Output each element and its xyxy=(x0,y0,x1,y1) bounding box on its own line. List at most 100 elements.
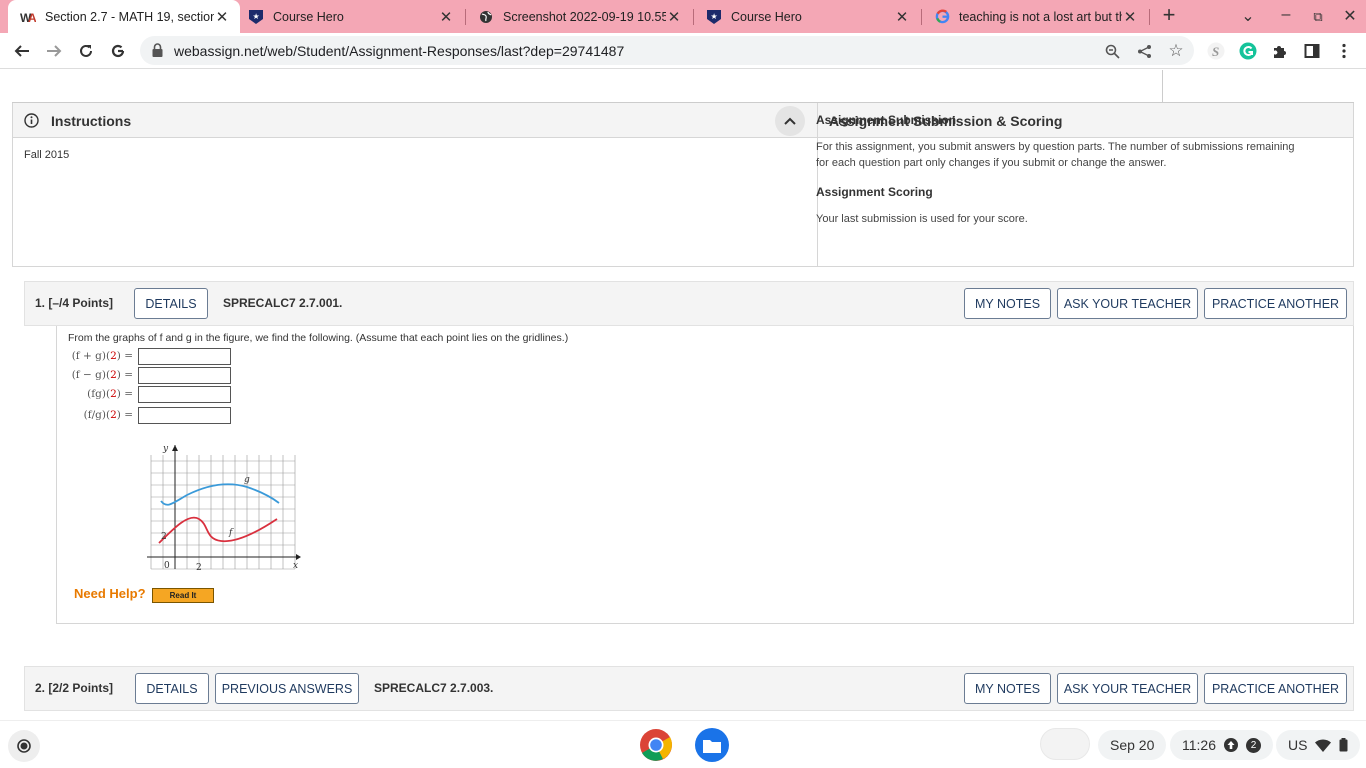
answer-input-fg[interactable] xyxy=(138,386,231,403)
url-text[interactable]: webassign.net/web/Student/Assignment-Res… xyxy=(174,43,624,59)
my-notes-button[interactable]: MY NOTES xyxy=(964,673,1051,704)
answer-label: (f − g)(2) = xyxy=(71,369,133,381)
forward-icon[interactable] xyxy=(43,40,65,62)
tab-screenshot[interactable]: Screenshot 2022-09-19 10.55. ✕ xyxy=(466,0,692,33)
zoom-icon[interactable] xyxy=(1102,41,1122,61)
tab-title: Screenshot 2022-09-19 10.55. xyxy=(503,9,666,24)
instructions-header: Instructions xyxy=(13,103,818,138)
question-prompt: From the graphs of f and g in the figure… xyxy=(68,332,569,344)
function-graph: y x g f 2 0 2 xyxy=(147,444,301,573)
instructions-text: Fall 2015 xyxy=(24,149,70,161)
tab-search-chevron-icon[interactable]: ⌄ xyxy=(1237,6,1259,26)
tab-google[interactable]: teaching is not a lost art but th ✕ xyxy=(922,0,1148,33)
question-number: 1. [–/4 Points] xyxy=(35,296,114,310)
info-icon xyxy=(24,113,39,133)
page-content: Instructions Fall 2015 Assignment Submis… xyxy=(0,70,1366,720)
answer-label: (fg)(2) = xyxy=(87,388,133,400)
reload-icon[interactable] xyxy=(75,40,97,62)
need-help-label: Need Help? xyxy=(74,586,146,601)
restore-icon[interactable]: ⧉ xyxy=(1307,9,1329,25)
answer-row: (fg)(2) = xyxy=(57,386,237,403)
submission-subheading: Assignment Submission xyxy=(816,113,957,127)
instructions-title: Instructions xyxy=(51,113,132,129)
tab-separator xyxy=(1149,9,1150,25)
side-panel-icon[interactable] xyxy=(1301,40,1323,62)
address-bar[interactable]: webassign.net/web/Student/Assignment-Res… xyxy=(140,36,1194,65)
launcher-icon[interactable] xyxy=(8,730,40,762)
date-pill[interactable]: Sep 20 xyxy=(1098,730,1167,760)
answer-label: (f/g)(2) = xyxy=(83,409,133,421)
tab-webassign[interactable]: WA Section 2.7 - MATH 19, section ✕ xyxy=(8,0,240,33)
grammarly-icon[interactable] xyxy=(1237,40,1259,62)
answer-input-f-over-g[interactable] xyxy=(138,407,231,424)
practice-another-button[interactable]: PRACTICE ANOTHER xyxy=(1204,288,1347,319)
question-number: 2. [2/2 Points] xyxy=(35,681,114,695)
new-tab-icon[interactable]: + xyxy=(1158,2,1180,28)
read-it-button[interactable]: Read It xyxy=(152,588,214,603)
holding-space-icon[interactable] xyxy=(1040,728,1090,760)
my-notes-button[interactable]: MY NOTES xyxy=(964,288,1051,319)
minimize-icon[interactable]: – xyxy=(1275,6,1297,24)
system-tray[interactable]: US xyxy=(1276,730,1361,760)
window-close-icon[interactable]: ✕ xyxy=(1339,6,1361,26)
close-icon[interactable]: ✕ xyxy=(1122,8,1138,26)
answer-input-f-minus-g[interactable] xyxy=(138,367,231,384)
question-code: SPRECALC7 2.7.001. xyxy=(223,296,343,310)
files-icon[interactable] xyxy=(695,728,729,762)
tab-title: teaching is not a lost art but th xyxy=(959,9,1122,24)
answer-row: (f − g)(2) = xyxy=(57,367,237,384)
answer-input-f-plus-g[interactable] xyxy=(138,348,231,365)
battery-icon xyxy=(1339,738,1348,752)
back-icon[interactable] xyxy=(11,40,33,62)
extensions-puzzle-icon[interactable] xyxy=(1269,40,1291,62)
details-button[interactable]: DETAILS xyxy=(134,288,208,319)
svg-text:★: ★ xyxy=(253,12,260,21)
lock-icon[interactable] xyxy=(152,43,163,62)
close-icon[interactable]: ✕ xyxy=(666,8,682,26)
date-text: Sep 20 xyxy=(1110,737,1155,753)
close-icon[interactable]: ✕ xyxy=(214,8,230,26)
question-code: SPRECALC7 2.7.003. xyxy=(374,681,494,695)
bookmark-star-icon[interactable]: ☆ xyxy=(1166,41,1186,61)
collapse-button[interactable] xyxy=(775,106,805,136)
tab-coursehero-1[interactable]: ★ Course Hero ✕ xyxy=(236,0,464,33)
practice-another-button[interactable]: PRACTICE ANOTHER xyxy=(1204,673,1347,704)
scoring-subheading: Assignment Scoring xyxy=(816,185,933,199)
browser-toolbar: webassign.net/web/Student/Assignment-Res… xyxy=(0,33,1366,69)
ask-teacher-button[interactable]: ASK YOUR TEACHER xyxy=(1057,288,1198,319)
scoring-text: Your last submission is used for your sc… xyxy=(816,213,1028,225)
tab-coursehero-2[interactable]: ★ Course Hero ✕ xyxy=(694,0,920,33)
close-icon[interactable]: ✕ xyxy=(438,8,454,26)
submission-text: For this assignment, you submit answers … xyxy=(816,141,1295,169)
question-1-body: From the graphs of f and g in the figure… xyxy=(56,326,1354,624)
question-2-header: 2. [2/2 Points] DETAILS PREVIOUS ANSWERS… xyxy=(24,666,1354,711)
time-text: 11:26 xyxy=(1182,737,1216,753)
status-tray[interactable]: 11:26 2 xyxy=(1170,730,1273,760)
close-icon[interactable]: ✕ xyxy=(894,8,910,26)
tab-title: Course Hero xyxy=(731,9,802,24)
question-1-header: 1. [–/4 Points] DETAILS SPRECALC7 2.7.00… xyxy=(24,281,1354,326)
menu-kebab-icon[interactable] xyxy=(1333,40,1355,62)
globe-icon xyxy=(478,9,494,25)
tab-strip: WA Section 2.7 - MATH 19, section ✕ ★ Co… xyxy=(0,0,1366,33)
extension-s-icon[interactable]: S xyxy=(1205,40,1227,62)
webassign-icon: WA xyxy=(20,9,36,25)
instructions-body: Fall 2015 xyxy=(13,138,818,267)
previous-answers-button[interactable]: PREVIOUS ANSWERS xyxy=(215,673,359,704)
details-button[interactable]: DETAILS xyxy=(135,673,209,704)
os-shelf: Sep 20 11:26 2 US xyxy=(0,720,1366,768)
answer-label: (f + g)(2) = xyxy=(71,350,133,362)
coursehero-icon: ★ xyxy=(248,9,264,25)
coursehero-icon: ★ xyxy=(706,9,722,25)
share-icon[interactable] xyxy=(1134,41,1154,61)
svg-text:A: A xyxy=(28,11,36,24)
chrome-icon[interactable] xyxy=(639,728,673,762)
tab-title: Course Hero xyxy=(273,9,344,24)
notification-badge: 2 xyxy=(1246,737,1261,753)
svg-text:S: S xyxy=(1212,44,1219,59)
google-icon xyxy=(934,9,950,25)
google-g-icon[interactable] xyxy=(107,40,129,62)
divider xyxy=(1162,70,1163,102)
ask-teacher-button[interactable]: ASK YOUR TEACHER xyxy=(1057,673,1198,704)
chevron-up-icon xyxy=(784,117,796,125)
